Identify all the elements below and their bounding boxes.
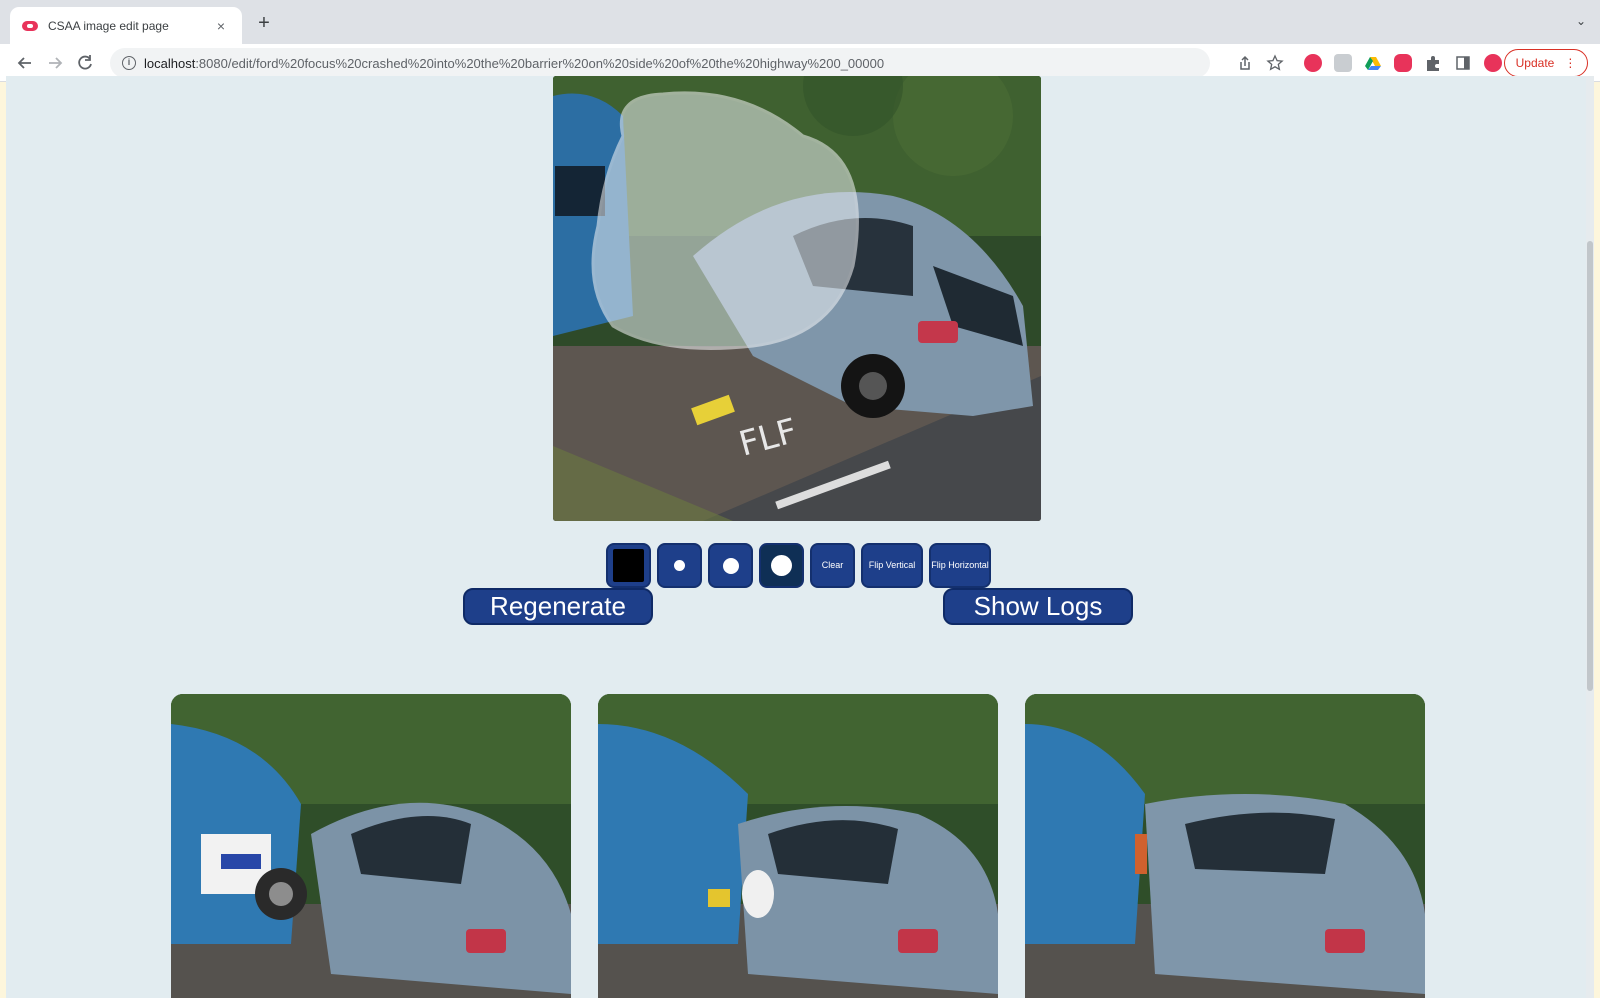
- edit-canvas-image[interactable]: FLF: [553, 76, 1041, 521]
- brush-size-small-button[interactable]: [657, 543, 702, 588]
- clear-button[interactable]: Clear: [810, 543, 855, 588]
- browser-update-button[interactable]: Update ⋮: [1504, 49, 1588, 77]
- url-host: localhost: [144, 55, 196, 71]
- share-icon[interactable]: [1236, 54, 1254, 72]
- browser-tab[interactable]: CSAA image edit page ×: [10, 7, 242, 44]
- profile-avatar-icon[interactable]: [1484, 54, 1502, 72]
- page-content: FLF Clear Flip Vertical Flip Horizontal …: [6, 76, 1594, 998]
- new-tab-icon[interactable]: +: [252, 12, 276, 36]
- regenerate-button[interactable]: Regenerate: [463, 588, 653, 625]
- page-scrollbar[interactable]: [1586, 76, 1594, 998]
- youtube-extension-icon[interactable]: [1394, 54, 1412, 72]
- side-panel-icon[interactable]: [1454, 54, 1472, 72]
- large-brush-icon: [771, 555, 792, 576]
- more-menu-icon: ⋮: [1564, 56, 1577, 70]
- url-path: :8080/edit/ford%20focus%20crashed%20into…: [195, 55, 885, 71]
- editing-toolbar: Clear Flip Vertical Flip Horizontal: [606, 543, 991, 588]
- address-bar[interactable]: i localhost:8080/edit/ford%20focus%20cra…: [110, 48, 1210, 78]
- extension-stop-icon[interactable]: [1304, 54, 1322, 72]
- show-logs-button[interactable]: Show Logs: [943, 588, 1133, 625]
- close-tab-icon[interactable]: ×: [212, 18, 230, 34]
- generated-image-2[interactable]: [598, 694, 998, 998]
- forward-icon[interactable]: [42, 50, 68, 76]
- extensions-puzzle-icon[interactable]: [1424, 54, 1442, 72]
- generated-image-3[interactable]: [1025, 694, 1425, 998]
- brush-size-large-button[interactable]: [759, 543, 804, 588]
- flip-vertical-button[interactable]: Flip Vertical: [861, 543, 923, 588]
- google-drive-icon[interactable]: [1364, 54, 1382, 72]
- medium-brush-icon: [722, 557, 739, 574]
- update-label: Update: [1515, 56, 1555, 70]
- brush-color-swatch: [613, 549, 644, 582]
- bookmark-star-icon[interactable]: [1266, 54, 1284, 72]
- browser-tab-bar: CSAA image edit page × + ⌄: [0, 0, 1600, 44]
- tab-favicon-icon: [22, 20, 38, 31]
- flip-horizontal-button[interactable]: Flip Horizontal: [929, 543, 991, 588]
- generated-image-1[interactable]: [171, 694, 571, 998]
- reload-icon[interactable]: [72, 50, 98, 76]
- site-info-icon[interactable]: i: [122, 56, 136, 70]
- brush-size-medium-button[interactable]: [708, 543, 753, 588]
- brush-color-picker[interactable]: [606, 543, 651, 588]
- small-brush-icon: [674, 560, 685, 571]
- tab-title: CSAA image edit page: [48, 18, 169, 33]
- scrollbar-thumb[interactable]: [1587, 241, 1593, 691]
- back-icon[interactable]: [12, 50, 38, 76]
- tab-search-icon[interactable]: ⌄: [1576, 14, 1586, 28]
- extension-page-icon[interactable]: [1334, 54, 1352, 72]
